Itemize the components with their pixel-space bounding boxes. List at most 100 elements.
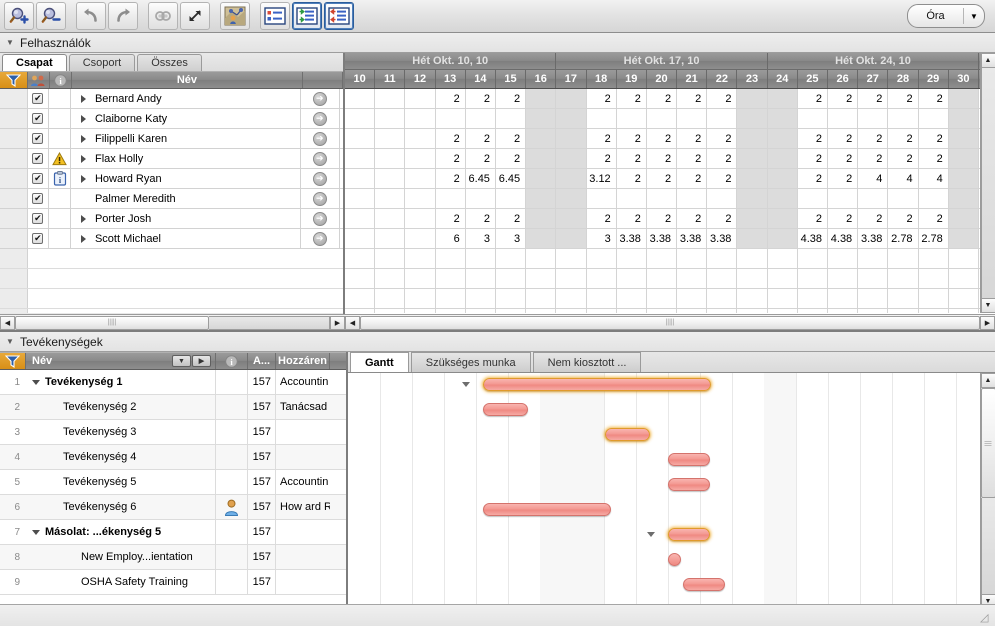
timeline-cell[interactable] (526, 209, 557, 228)
task-row[interactable]: 2 Tevékenység 2 157 Tanácsad (0, 395, 346, 420)
timeline-cell[interactable]: 2 (616, 89, 647, 108)
timeline-cell[interactable] (556, 249, 587, 268)
gantt-collapse-triangle-icon[interactable] (647, 532, 655, 537)
timeline-cell[interactable]: 2 (495, 209, 527, 228)
timeline-cell[interactable] (737, 189, 768, 208)
timeline-cell[interactable] (556, 169, 587, 188)
timeline-cell[interactable] (345, 89, 376, 108)
timeline-cell[interactable] (888, 249, 919, 268)
timeline-cell[interactable]: 2 (828, 129, 859, 148)
timeline-cell[interactable]: 2 (918, 149, 949, 168)
timeline-cell[interactable] (405, 169, 436, 188)
task-name-cell[interactable]: New Employ...ientation (26, 545, 216, 569)
timeline-cell[interactable] (375, 169, 406, 188)
timeline-cell[interactable]: 2.78 (918, 229, 949, 248)
timeline-cell[interactable]: 2 (888, 89, 919, 108)
name-column[interactable]: Név (72, 72, 304, 88)
task-name-cell[interactable]: Tevékenység 4 (26, 445, 216, 469)
task-name-cell[interactable]: Másolat: ...ékenység 5 (26, 520, 216, 544)
user-row[interactable]: ✔ Claiborne Katy ➔ V (0, 109, 343, 129)
timeline-cell[interactable]: 2 (677, 149, 708, 168)
timeline-cell[interactable]: 2 (677, 169, 708, 188)
expand-triangle-icon[interactable] (80, 114, 95, 123)
timeline-vscroll-track[interactable] (980, 68, 995, 298)
timeline-cell[interactable] (526, 189, 557, 208)
timeline-cell[interactable]: 2 (707, 209, 738, 228)
timeline-cell[interactable] (858, 309, 889, 313)
scroll-left-arrow-icon[interactable]: ◀ (345, 315, 360, 330)
user-row[interactable]: ✔ i Howard Ryan ➔ M (0, 169, 343, 189)
timeline-cell[interactable] (737, 229, 768, 248)
timeline-cell[interactable] (737, 109, 768, 128)
timeline-cell[interactable]: 2 (586, 209, 617, 228)
collapse-triangle-icon[interactable] (32, 379, 45, 385)
timeline-cell[interactable] (858, 269, 889, 288)
link-tasks-icon[interactable] (148, 2, 178, 30)
timeline-cell[interactable] (948, 229, 979, 248)
timeline-cell[interactable] (465, 269, 496, 288)
timeline-cell[interactable]: 2 (707, 149, 738, 168)
users-tab-2[interactable]: Csoport (68, 54, 136, 71)
timeline-cell[interactable] (948, 149, 979, 168)
timeline-cell[interactable] (646, 269, 678, 288)
timeline-cell[interactable]: 2 (465, 129, 496, 148)
note-icon[interactable]: i (49, 169, 71, 188)
timeline-cell[interactable] (586, 289, 617, 308)
task-assigned[interactable]: Tanácsad (276, 395, 330, 419)
gantt-summary-bar[interactable] (483, 378, 711, 391)
timeline-cell[interactable] (707, 109, 738, 128)
timeline-cell[interactable] (345, 189, 376, 208)
timeline-cell[interactable] (677, 249, 708, 268)
timeline-cell[interactable] (526, 289, 557, 308)
task-name-cell[interactable]: OSHA Safety Training (26, 570, 216, 594)
gantt-tab-2[interactable]: Szükséges munka (410, 352, 531, 372)
user-name-cell[interactable]: Howard Ryan (71, 169, 301, 188)
task-duration[interactable]: 157 (248, 570, 276, 594)
timeline-cell[interactable] (707, 289, 738, 308)
task-name-cell[interactable]: Tevékenység 1 (26, 370, 216, 394)
timeline-cell[interactable] (797, 189, 828, 208)
timeline-cell[interactable] (345, 209, 376, 228)
timeline-cell[interactable] (405, 189, 436, 208)
timeline-cell[interactable]: 2 (646, 169, 678, 188)
timeline-cell[interactable] (526, 109, 557, 128)
timeline-cell[interactable]: 2 (918, 89, 949, 108)
timeline-cell[interactable] (345, 169, 376, 188)
timeline-cell[interactable]: 2 (616, 149, 647, 168)
task-name-cell[interactable]: Tevékenység 2 (26, 395, 216, 419)
user-enabled-checkbox[interactable]: ✔ (28, 189, 50, 208)
timeline-cell[interactable] (405, 309, 436, 313)
timeline-cell[interactable]: 2 (586, 149, 617, 168)
timeline-cell[interactable] (677, 309, 708, 313)
task-duration[interactable]: 157 (248, 445, 276, 469)
user-row[interactable]: ✔ Flax Holly ➔ M (0, 149, 343, 169)
team-icon[interactable] (28, 72, 50, 88)
task-name-cell[interactable]: Tevékenység 3 (26, 420, 216, 444)
timeline-cell[interactable] (556, 309, 587, 313)
timeline-cell[interactable]: 2 (858, 209, 889, 228)
timeline-cell[interactable]: 2 (616, 209, 647, 228)
task-row[interactable]: 9 OSHA Safety Training 157 (0, 570, 346, 595)
timeline-cell[interactable] (345, 109, 376, 128)
unlink-tasks-icon[interactable] (180, 2, 210, 30)
timeline-cell[interactable]: 6.45 (465, 169, 496, 188)
timeline-cell[interactable]: 6.45 (495, 169, 527, 188)
timeline-cell[interactable] (556, 269, 587, 288)
task-row[interactable]: 5 Tevékenység 5 157 Accountin (0, 470, 346, 495)
timeline-cell[interactable] (767, 89, 798, 108)
timeline-cell[interactable] (797, 249, 828, 268)
gantt-collapse-triangle-icon[interactable] (462, 382, 470, 387)
timeline-cell[interactable] (828, 309, 859, 313)
timeline-cell[interactable] (646, 109, 678, 128)
timeline-cell[interactable] (767, 269, 798, 288)
timeline-cell[interactable]: 2 (465, 89, 496, 108)
timeline-cell[interactable] (828, 249, 859, 268)
timeline-cell[interactable]: 2 (465, 149, 496, 168)
users-tab-1[interactable]: Csapat (2, 54, 67, 71)
timeline-cell[interactable] (858, 109, 889, 128)
task-row[interactable]: 6 Tevékenység 6 157 How ard R (0, 495, 346, 520)
timeline-cell[interactable]: 2 (495, 129, 527, 148)
user-row[interactable]: ✔ Palmer Meredith ➔ M (0, 189, 343, 209)
time-unit-select[interactable]: Óra ▼ (907, 4, 985, 28)
redo-icon[interactable] (108, 2, 138, 30)
